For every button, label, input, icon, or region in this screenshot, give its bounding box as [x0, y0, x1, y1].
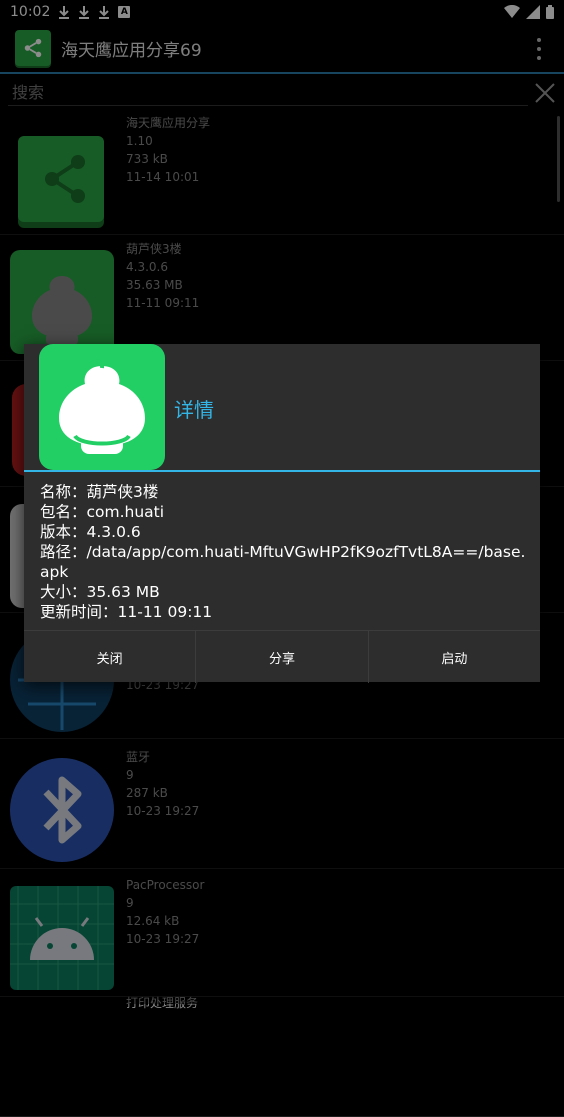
detail-size: 大小：35.63 MB [40, 583, 160, 601]
dialog-header: 详情 [24, 344, 540, 472]
dialog-body: 名称：葫芦侠3楼 包名：com.huati 版本：4.3.0.6 路径：/dat… [40, 482, 530, 622]
dialog-title: 详情 [174, 398, 214, 422]
list-item[interactable]: 打印处理服务 [0, 992, 564, 1117]
details-dialog: 详情 名称：葫芦侠3楼 包名：com.huati 版本：4.3.0.6 路径：/… [24, 344, 540, 683]
detail-name: 名称：葫芦侠3楼 [40, 483, 159, 501]
detail-package: 包名：com.huati [40, 503, 165, 521]
close-button[interactable]: 关闭 [24, 631, 197, 683]
detail-updated: 更新时间：11-11 09:11 [40, 603, 213, 621]
share-button[interactable]: 分享 [196, 631, 369, 683]
detail-version: 版本：4.3.0.6 [40, 523, 141, 541]
huluxia-mascot-icon [39, 344, 165, 470]
dialog-buttons: 关闭 分享 启动 [24, 630, 540, 683]
launch-button[interactable]: 启动 [369, 631, 540, 683]
detail-path: 路径：/data/app/com.huati-MftuVGwHP2fK9ozfT… [40, 543, 526, 581]
